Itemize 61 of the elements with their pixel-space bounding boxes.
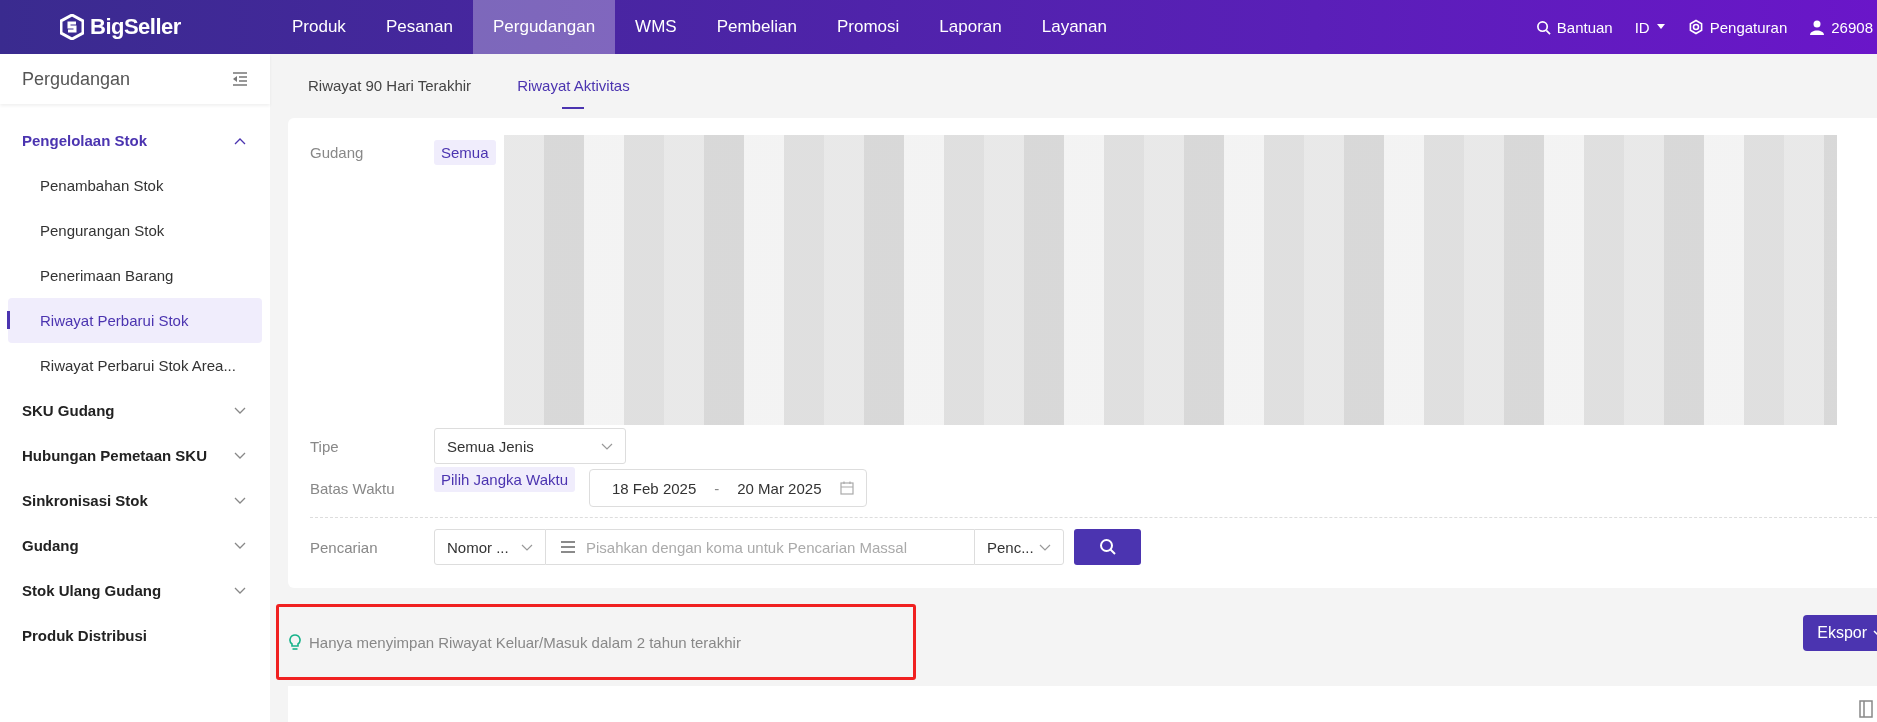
nav-menu-item[interactable]: Pergudangan xyxy=(473,0,616,54)
chevron-icon xyxy=(234,406,246,415)
sidebar-item[interactable]: Riwayat Perbarui Stok Area... xyxy=(8,343,262,388)
sidebar-item[interactable]: Penerimaan Barang xyxy=(8,253,262,298)
settings-link[interactable]: Pengaturan xyxy=(1687,18,1788,36)
chevron-icon xyxy=(234,586,246,595)
columns-icon[interactable] xyxy=(1859,700,1873,718)
date-range-field[interactable]: 18 Feb 2025 - 20 Mar 2025 xyxy=(589,469,867,507)
nav-menu-item[interactable]: Pembelian xyxy=(696,0,817,54)
tab[interactable]: Riwayat Aktivitas xyxy=(517,64,630,106)
search-input-field[interactable]: Pisahkan dengan koma untuk Pencarian Massal xyxy=(546,529,974,565)
sidebar-group[interactable]: Produk Distribusi xyxy=(0,613,270,658)
sidebar-group[interactable]: Stok Ulang Gudang xyxy=(0,568,270,613)
nav-menu-item[interactable]: Layanan xyxy=(1021,0,1127,54)
chevron-icon xyxy=(521,543,533,551)
type-dropdown[interactable]: Semua Jenis xyxy=(434,428,626,464)
collapse-menu-icon[interactable] xyxy=(232,72,248,86)
chevron-icon xyxy=(234,541,246,550)
chevron-icon xyxy=(234,136,246,145)
chevron-icon xyxy=(1039,543,1051,551)
calendar-icon xyxy=(839,481,854,495)
sidebar-group[interactable]: Hubungan Pemetaan SKU xyxy=(0,433,270,478)
time-range-chip[interactable]: Pilih Jangka Waktu xyxy=(434,467,575,492)
sidebar-group[interactable]: Pengelolaan Stok xyxy=(0,118,270,163)
sidebar-group[interactable]: Sinkronisasi Stok xyxy=(0,478,270,523)
nav-menu-item[interactable]: Promosi xyxy=(816,0,920,54)
search-label: Pencarian xyxy=(310,538,379,556)
warehouse-chip[interactable]: Semua xyxy=(434,140,496,165)
warehouse-label: Gudang xyxy=(310,143,365,161)
user-account-link[interactable]: 26908 xyxy=(1809,18,1873,36)
tab[interactable]: Riwayat 90 Hari Terakhir xyxy=(308,64,472,106)
chevron-icon xyxy=(234,496,246,505)
sidebar-item[interactable]: Riwayat Perbarui Stok xyxy=(8,298,262,343)
nav-menu-item[interactable]: Laporan xyxy=(919,0,1022,54)
sidebar-item[interactable]: Penambahan Stok xyxy=(8,163,262,208)
search-button[interactable] xyxy=(1074,529,1141,565)
search-mode-dropdown[interactable]: Penc... xyxy=(974,529,1064,565)
time-range-label: Batas Waktu xyxy=(310,479,396,497)
type-label: Tipe xyxy=(310,437,340,455)
user-icon xyxy=(1809,19,1826,35)
hexagon-logo-icon xyxy=(60,14,84,40)
search-icon xyxy=(1535,19,1551,35)
nav-menu-item[interactable]: Pesanan xyxy=(365,0,473,54)
chevron-icon xyxy=(601,442,613,450)
sidebar-group[interactable]: Gudang xyxy=(0,523,270,568)
brand-logo-text: BigSeller xyxy=(90,14,181,40)
chevron-icon xyxy=(234,451,246,460)
search-field-dropdown[interactable]: Nomor ... xyxy=(434,529,546,565)
caret-icon xyxy=(1655,24,1666,30)
tip-text: Hanya menyimpan Riwayat Keluar/Masuk dalam 2 tahun terakhir xyxy=(309,633,741,651)
lightbulb-icon xyxy=(289,633,301,651)
help-link[interactable]: Bantuan xyxy=(1535,18,1613,36)
language-selector[interactable]: ID xyxy=(1634,18,1666,36)
settings-icon xyxy=(1687,19,1704,35)
sidebar-group[interactable]: SKU Gudang xyxy=(0,388,270,433)
search-icon xyxy=(1098,538,1117,556)
sidebar-title: Pergudangan xyxy=(22,68,131,90)
nav-menu-item[interactable]: Produk xyxy=(272,0,366,54)
export-button[interactable]: Ekspor xyxy=(1803,615,1877,651)
sidebar-item[interactable]: Pengurangan Stok xyxy=(8,208,262,253)
nav-menu-item[interactable]: WMS xyxy=(615,0,697,54)
